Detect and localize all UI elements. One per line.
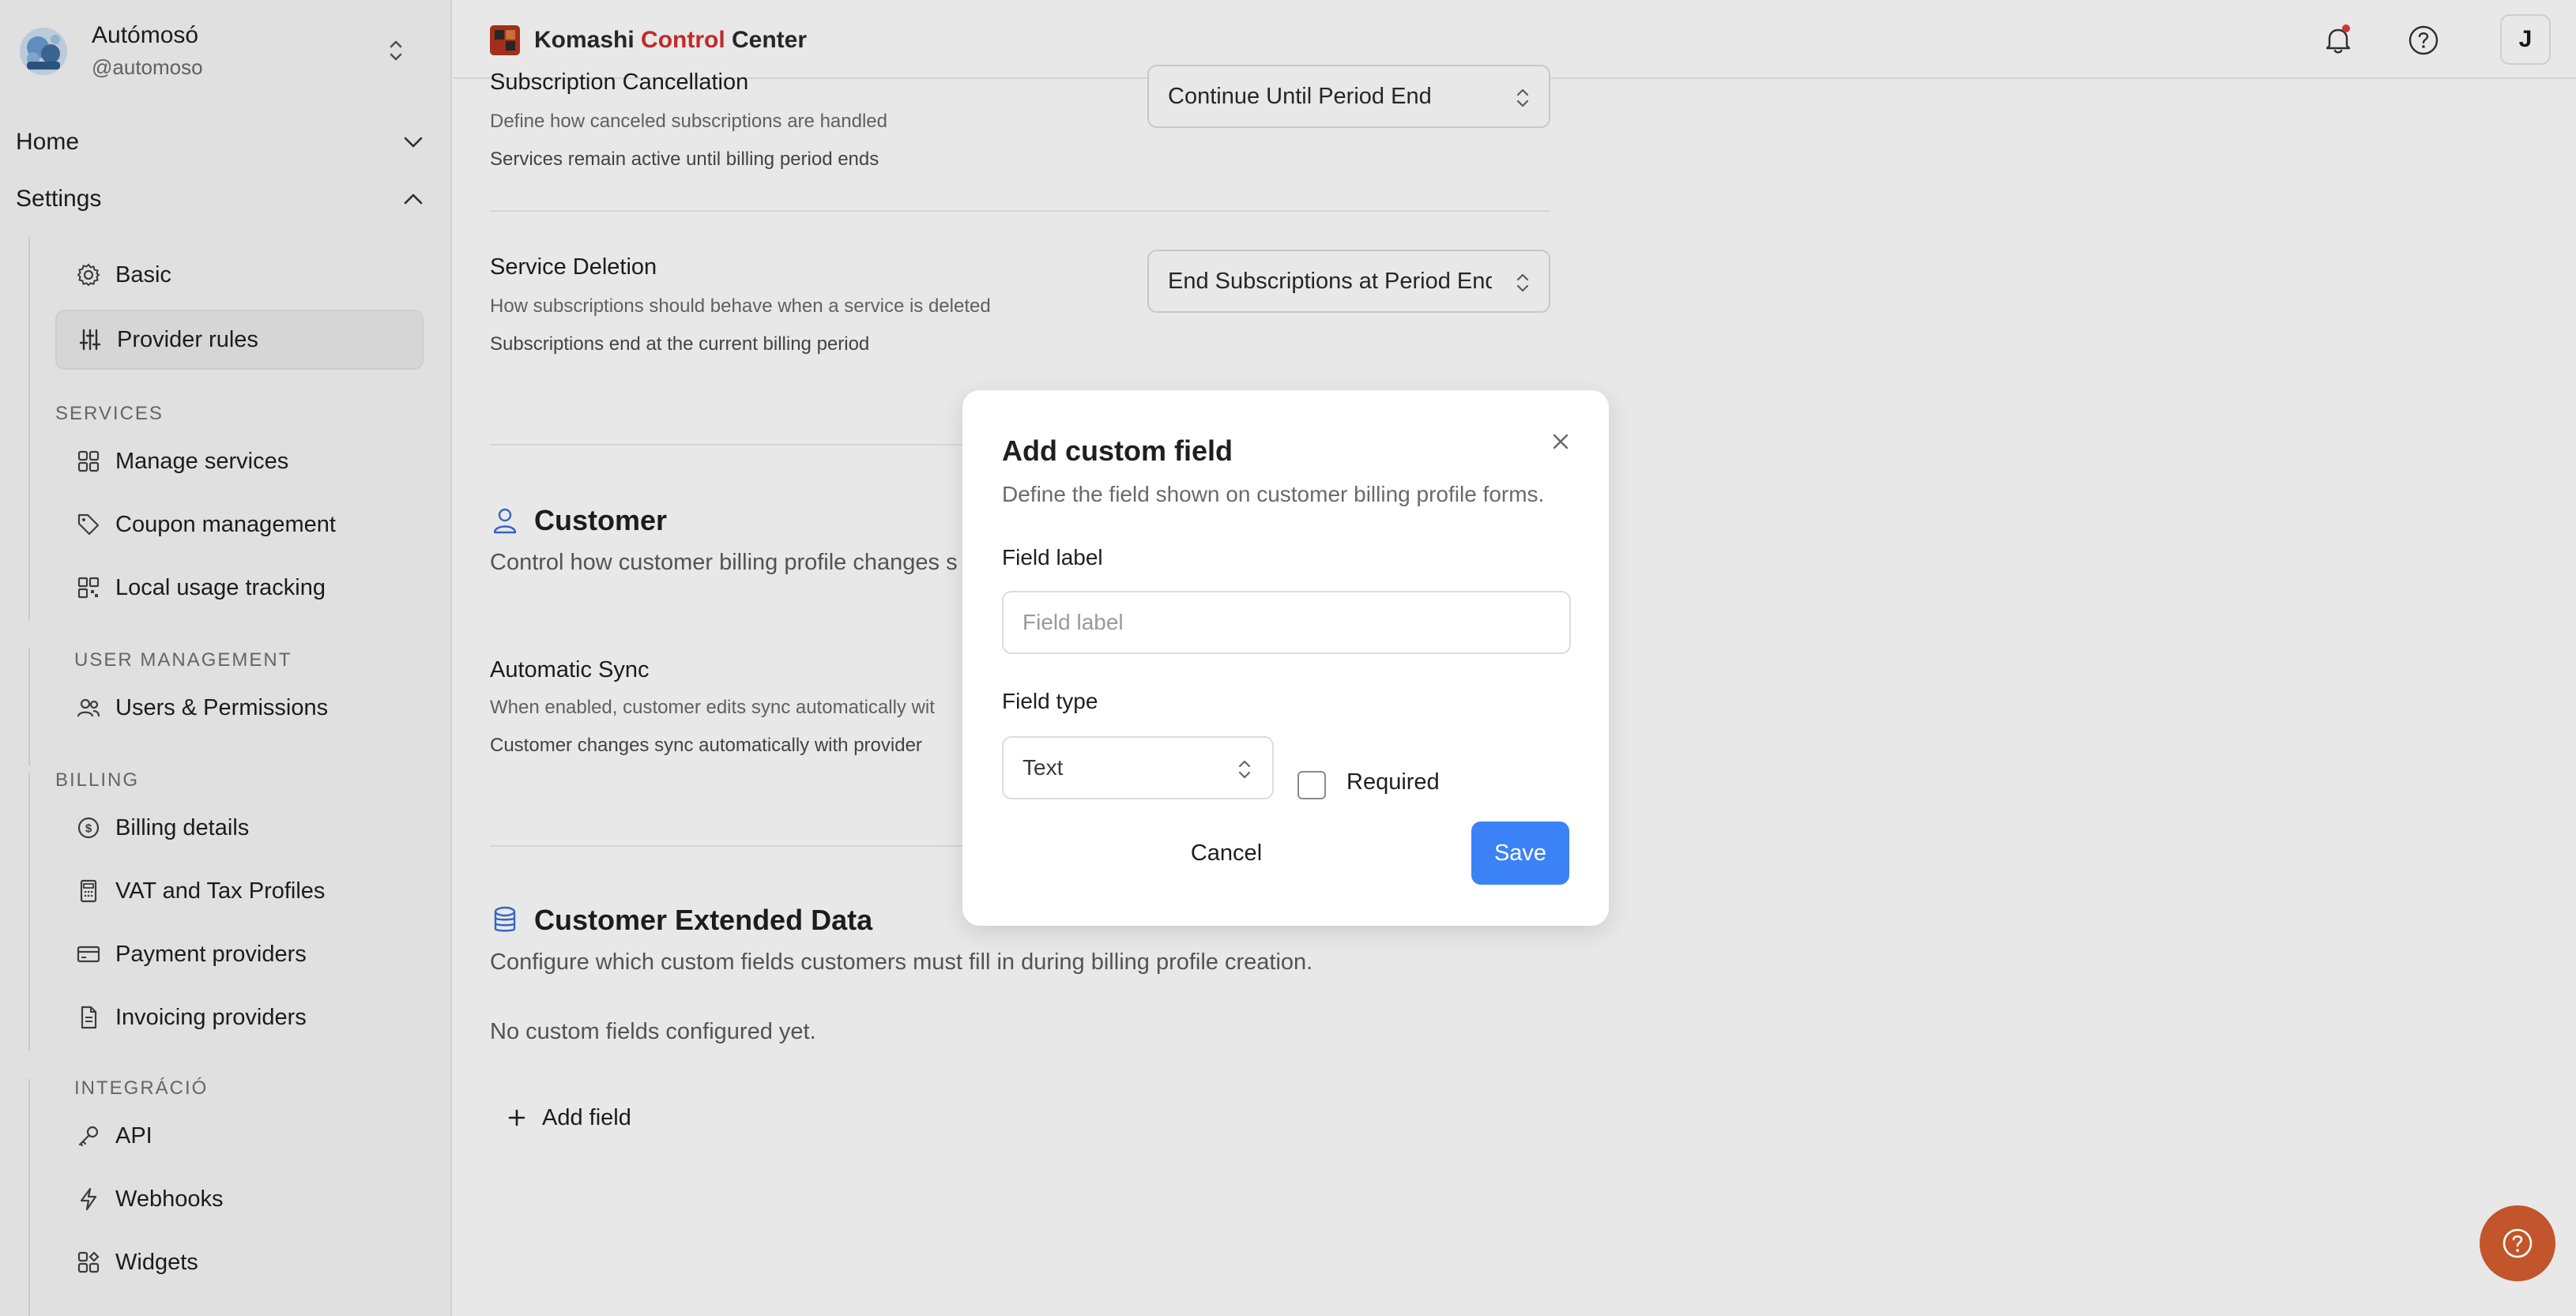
- close-icon[interactable]: [1547, 428, 1574, 455]
- field-label-input[interactable]: [1002, 591, 1571, 654]
- field-type-label: Field type: [1002, 689, 1098, 713]
- chevron-up-down-icon: [1238, 760, 1251, 779]
- save-button[interactable]: Save: [1471, 822, 1569, 885]
- help-fab-button[interactable]: [2480, 1205, 2555, 1281]
- app-root: Autómosó @automoso Home Settings Basic P…: [0, 0, 2576, 1316]
- select-value: Text: [1022, 755, 1064, 780]
- help-circle-icon: [2503, 1228, 2533, 1258]
- required-label[interactable]: Required: [1346, 769, 1440, 795]
- dialog-description: Define the field shown on customer billi…: [1002, 482, 1545, 506]
- add-custom-field-dialog: Add custom field Define the field shown …: [962, 390, 1609, 926]
- field-type-select[interactable]: Text: [1002, 736, 1274, 799]
- required-checkbox[interactable]: [1297, 771, 1326, 799]
- cancel-button[interactable]: Cancel: [1174, 822, 1279, 885]
- dialog-title: Add custom field: [1002, 434, 1233, 467]
- field-label-label: Field label: [1002, 545, 1103, 570]
